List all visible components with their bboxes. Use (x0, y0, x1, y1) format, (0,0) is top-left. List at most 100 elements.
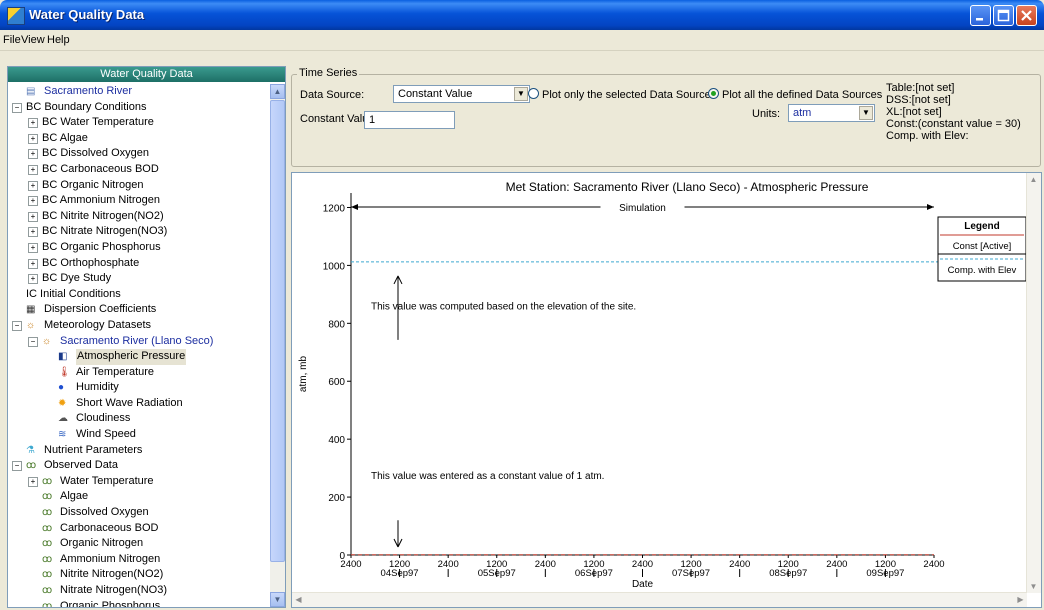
tree-item[interactable]: ● Humidity (8, 380, 271, 396)
scroll-down-button[interactable]: ▼ (270, 592, 285, 607)
tree-item[interactable]: + BC Organic Phosphorus (8, 240, 271, 256)
chevron-down-icon[interactable]: ▼ (514, 87, 528, 101)
x-tick-label: 2400 (340, 559, 361, 570)
tree-item[interactable]: ꝏ Nitrate Nitrogen(NO3) (8, 583, 271, 599)
thermometer-icon: 🌡 (58, 366, 71, 378)
barometer-icon: ◧ (58, 351, 68, 363)
legend-entry: Const [Active] (953, 241, 1012, 252)
minimize-button[interactable] (970, 5, 991, 26)
data-source-value: Constant Value (398, 88, 473, 100)
tree-item[interactable]: ▦ Dispersion Coefficients (8, 302, 271, 318)
tree-item[interactable]: IC Initial Conditions (8, 287, 271, 303)
close-button[interactable] (1016, 5, 1037, 26)
menu-help[interactable]: Help (47, 34, 70, 46)
expand-icon[interactable]: + (28, 180, 38, 191)
plot-area[interactable]: Met Station: Sacramento River (Llano Sec… (291, 172, 1042, 608)
tree-item[interactable]: ✹ Short Wave Radiation (8, 396, 271, 412)
tree-item-label: Wind Speed (76, 428, 136, 441)
tree-item[interactable]: − BC Boundary Conditions (8, 100, 271, 116)
plot-all-radio[interactable] (708, 88, 719, 99)
data-source-dropdown[interactable]: Constant Value ▼ (393, 85, 530, 103)
tree-item[interactable]: ꝏ Carbonaceous BOD (8, 521, 271, 537)
status-comp-elev: Comp. with Elev: (886, 130, 969, 142)
tree-item-label: Dissolved Oxygen (60, 506, 149, 519)
collapse-icon[interactable]: − (12, 461, 22, 472)
expand-icon[interactable]: + (28, 149, 38, 160)
plot-selected-label[interactable]: Plot only the selected Data Source (542, 89, 711, 101)
scroll-up-button[interactable]: ▲ (270, 84, 285, 99)
tree-item[interactable]: + BC Algae (8, 131, 271, 147)
collapse-icon[interactable]: − (12, 320, 22, 331)
status-const: Const:(constant value = 30) (886, 118, 1021, 130)
binoculars-icon: ꝏ (42, 475, 53, 487)
tree-item[interactable]: + BC Nitrite Nitrogen(NO2) (8, 209, 271, 225)
tree-item[interactable]: − ꝏ Observed Data (8, 458, 271, 474)
expand-icon[interactable]: + (28, 227, 38, 238)
expand-icon[interactable]: + (28, 476, 38, 487)
expand-icon[interactable]: + (28, 274, 38, 285)
units-dropdown[interactable]: atm ▼ (788, 104, 875, 122)
tree-item[interactable]: + ꝏ Water Temperature (8, 474, 271, 490)
tree-item[interactable]: ꝏ Nitrite Nitrogen(NO2) (8, 567, 271, 583)
tree-item[interactable]: ꝏ Organic Nitrogen (8, 536, 271, 552)
tree-item[interactable]: + BC Water Temperature (8, 115, 271, 131)
x-axis-label: Date (632, 579, 654, 590)
plot-all-label[interactable]: Plot all the defined Data Sources (722, 89, 882, 101)
data-tree[interactable]: Water Quality Data ▤ Sacramento River − BC … (7, 66, 286, 608)
tree-item[interactable]: ≋ Wind Speed (8, 427, 271, 443)
chart-title: Met Station: Sacramento River (Llano Sec… (506, 180, 869, 194)
menu-file[interactable]: File (3, 34, 21, 46)
plot-vertical-scrollbar[interactable]: ▲ ▼ (1026, 173, 1041, 593)
tree-item[interactable]: ꝏ Algae (8, 489, 271, 505)
scroll-up-icon[interactable]: ▲ (1027, 173, 1040, 186)
tree-item[interactable]: ꝏ Ammonium Nitrogen (8, 552, 271, 568)
collapse-icon[interactable]: − (28, 336, 38, 347)
expand-icon[interactable]: + (28, 258, 38, 269)
tree-item[interactable]: ꝏ Organic Phosphorus (8, 599, 271, 607)
expand-icon[interactable]: + (28, 196, 38, 207)
plot-horizontal-scrollbar[interactable]: ◀ ▶ (292, 592, 1027, 607)
close-icon (1021, 10, 1032, 21)
tree-item[interactable]: − ☼ Meteorology Datasets (8, 318, 271, 334)
y-tick-label: 1000 (323, 261, 346, 272)
tree-item[interactable]: − ☼ Sacramento River (Llano Seco) (8, 334, 271, 350)
tree-scrollbar[interactable]: ▲ ▼ (270, 84, 285, 607)
expand-icon[interactable]: + (28, 211, 38, 222)
scroll-thumb[interactable] (270, 100, 285, 562)
binoculars-icon: ꝏ (42, 553, 53, 565)
expand-icon[interactable]: + (28, 133, 38, 144)
tree-item[interactable]: + BC Organic Nitrogen (8, 178, 271, 194)
tree-item[interactable]: + BC Dissolved Oxygen (8, 146, 271, 162)
expand-icon[interactable]: + (28, 164, 38, 175)
tree-item[interactable]: + BC Orthophosphate (8, 256, 271, 272)
tree-item[interactable]: + BC Carbonaceous BOD (8, 162, 271, 178)
maximize-button[interactable] (993, 5, 1014, 26)
x-date-label: 07Sep97 (672, 568, 710, 579)
collapse-icon[interactable]: − (12, 102, 22, 113)
legend-entry: Comp. with Elev (948, 265, 1017, 276)
tree-item[interactable]: + BC Ammonium Nitrogen (8, 193, 271, 209)
plot-selected-radio[interactable] (528, 88, 539, 99)
constant-value-input[interactable] (365, 112, 454, 128)
tree-item[interactable]: ꝏ Dissolved Oxygen (8, 505, 271, 521)
tree-item[interactable]: 🌡 Air Temperature (8, 365, 271, 381)
tree-item[interactable]: + BC Dye Study (8, 271, 271, 287)
document-icon: ▤ (26, 86, 36, 97)
menu-view[interactable]: View (21, 34, 45, 46)
tree-item[interactable]: ◧ Atmospheric Pressure (8, 349, 271, 365)
constant-value-field[interactable] (364, 111, 455, 129)
scroll-right-icon[interactable]: ▶ (1014, 593, 1027, 606)
tree-list: ▤ Sacramento River − BC Boundary Conditions… (8, 84, 271, 607)
tree-item[interactable]: + BC Nitrate Nitrogen(NO3) (8, 224, 271, 240)
tree-item[interactable]: ☁ Cloudiness (8, 411, 271, 427)
tree-item[interactable]: ▤ Sacramento River (8, 84, 271, 100)
tree-item[interactable]: ⚗ Nutrient Parameters (8, 443, 271, 459)
time-series-label: Time Series (297, 67, 360, 79)
scroll-down-icon[interactable]: ▼ (1027, 580, 1040, 593)
units-value: atm (793, 107, 812, 119)
expand-icon[interactable]: + (28, 118, 38, 129)
expand-icon[interactable]: + (28, 242, 38, 253)
chevron-down-icon[interactable]: ▼ (859, 106, 873, 120)
scroll-left-icon[interactable]: ◀ (292, 593, 305, 606)
y-axis-label: atm, mb (298, 356, 309, 393)
